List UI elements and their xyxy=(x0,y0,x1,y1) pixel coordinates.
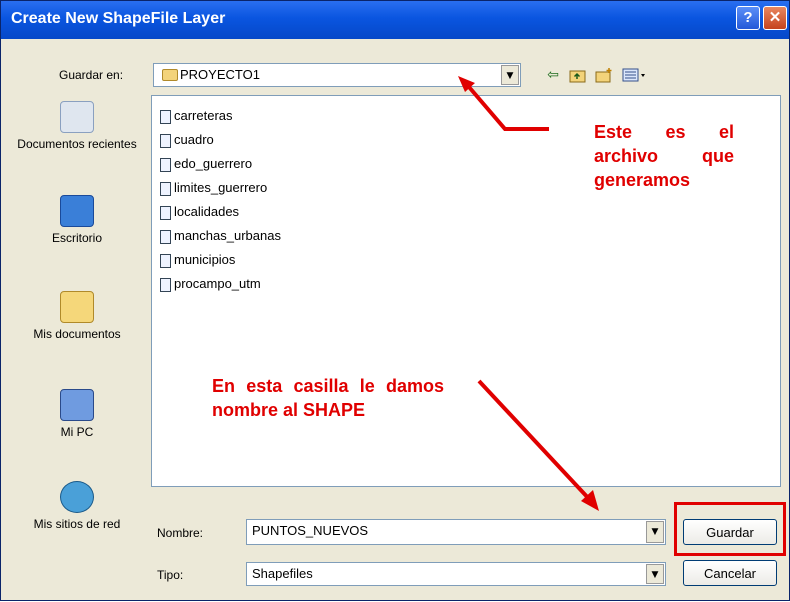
type-value: Shapefiles xyxy=(252,566,313,581)
save-dialog: Create New ShapeFile Layer ? ✕ Guardar e… xyxy=(0,0,790,601)
name-field[interactable]: PUNTOS_NUEVOS ▼ xyxy=(246,519,666,545)
name-value: PUNTOS_NUEVOS xyxy=(252,523,369,538)
save-button-highlight xyxy=(674,502,786,556)
arrow-to-name-field xyxy=(477,379,593,503)
arrow-to-folder xyxy=(467,85,549,131)
annotation-arrows xyxy=(458,76,599,511)
type-select[interactable]: Shapefiles ▼ xyxy=(246,562,666,586)
cancel-button[interactable]: Cancelar xyxy=(683,560,777,586)
type-label: Tipo: xyxy=(157,568,184,582)
chevron-down-icon[interactable]: ▼ xyxy=(646,521,664,543)
chevron-down-icon[interactable]: ▼ xyxy=(646,564,664,584)
name-label: Nombre: xyxy=(157,526,204,540)
